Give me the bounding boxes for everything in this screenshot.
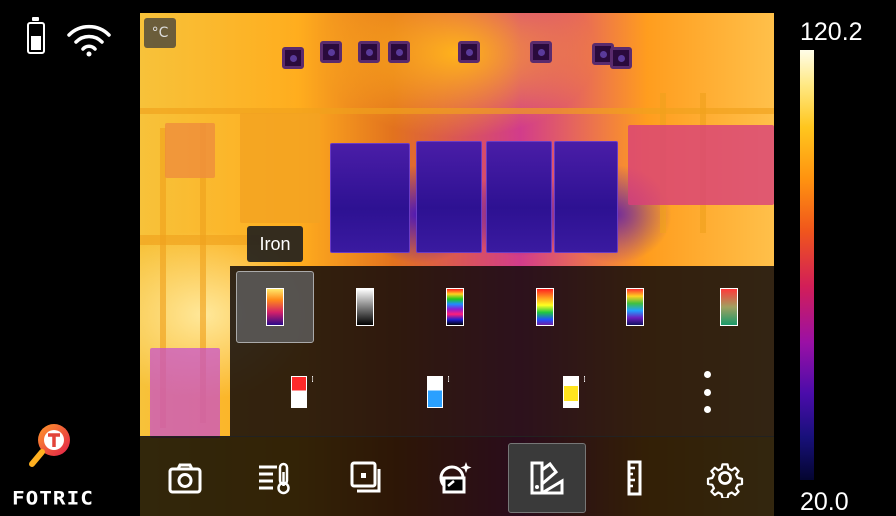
gray-palette-icon — [356, 288, 374, 326]
red-alarm-palette-icon — [291, 376, 307, 408]
blue-alarm-palette-icon — [427, 376, 443, 408]
battery-icon — [27, 17, 45, 54]
iron-palette-icon — [266, 288, 284, 326]
scale-ruler-icon — [627, 460, 642, 496]
rainbow-palette-button[interactable] — [506, 271, 584, 343]
scale-ruler-button[interactable] — [596, 443, 674, 513]
camera-button[interactable] — [146, 443, 224, 513]
wifi-icon — [67, 24, 111, 57]
more-vertical-icon[interactable] — [700, 371, 714, 413]
scale-min-temperature[interactable]: 20.0 — [800, 488, 849, 516]
image-enhance-icon — [439, 462, 472, 494]
red-alarm-palette-button[interactable]: ⁞ — [284, 372, 314, 412]
iron-palette-button[interactable] — [236, 271, 314, 343]
rainbow-hc-palette-button[interactable] — [416, 271, 494, 343]
palette-icon — [530, 461, 564, 495]
yellow-alarm-palette-button[interactable]: ⁞ — [556, 372, 586, 412]
scale-max-temperature[interactable]: 120.2 — [800, 18, 863, 47]
rainbow-hc-palette-icon — [446, 288, 464, 326]
gray-palette-button[interactable] — [326, 271, 404, 343]
adjust-icon: ⁞ — [311, 375, 314, 385]
bottom-toolbar — [140, 436, 774, 516]
temperature-measure-icon — [259, 462, 290, 495]
rainbow-palette-icon — [536, 288, 554, 326]
blue-alarm-palette-button[interactable]: ⁞ — [420, 372, 450, 412]
adjust-icon: ⁞ — [447, 375, 450, 385]
brand-name: FOTRIC — [12, 487, 94, 509]
red-green-palette-button[interactable] — [690, 271, 768, 343]
temperature-measure-button[interactable] — [236, 443, 314, 513]
red-green-palette-icon — [720, 288, 738, 326]
yellow-alarm-palette-icon — [563, 376, 579, 408]
settings-gear-icon — [706, 463, 744, 498]
settings-button[interactable] — [686, 443, 764, 513]
rainbow-alt-palette-button[interactable] — [596, 271, 674, 343]
image-mode-button[interactable] — [326, 443, 404, 513]
fotric-magnifier-logo-icon — [29, 424, 70, 467]
palette-button[interactable] — [508, 443, 586, 513]
camera-icon — [168, 463, 202, 494]
temperature-unit-toggle[interactable]: °C — [144, 18, 176, 48]
rainbow-alt-palette-icon — [626, 288, 644, 326]
selected-palette-tooltip: Iron — [247, 226, 303, 262]
adjust-icon: ⁞ — [583, 375, 586, 385]
temperature-color-scale — [800, 50, 814, 480]
image-enhance-button[interactable] — [416, 443, 494, 513]
image-mode-icon — [350, 461, 381, 493]
